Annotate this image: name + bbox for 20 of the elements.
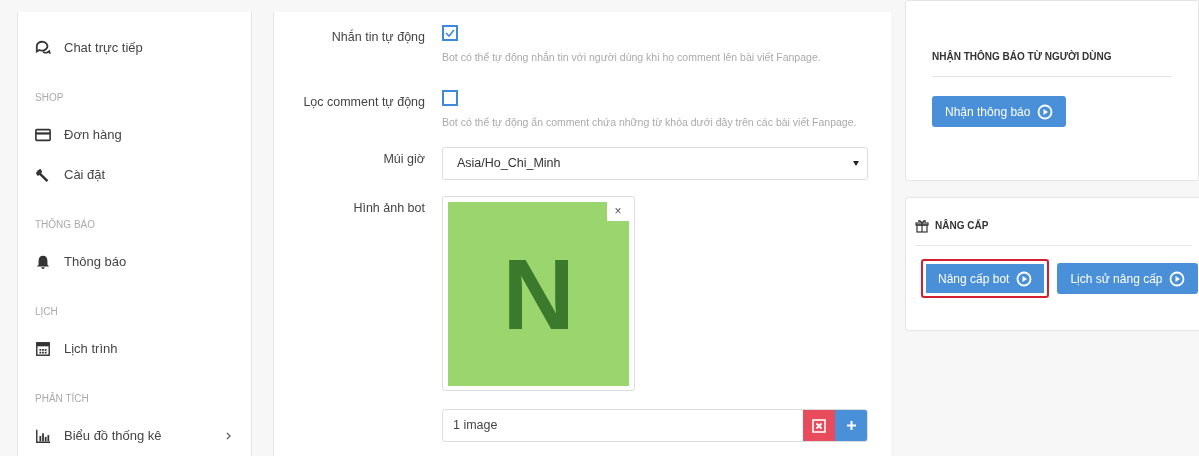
sidebar-item[interactable]: Đơn hàng — [35, 115, 233, 155]
panel-title: NHẬN THÔNG BÁO TỪ NGƯỜI DÙNG — [932, 49, 1112, 64]
field-label: Hình ảnh bot — [352, 200, 425, 217]
sidebar-item[interactable]: Thông báo — [35, 242, 233, 282]
remove-button[interactable]: × — [607, 201, 629, 221]
help-text: Bot có thể tự động nhắn tin với người dùng khi họ comment lên bài viết Fanpage. — [442, 50, 822, 65]
field-label: Múi giờ — [382, 151, 425, 168]
timezone-select[interactable]: Asia/Ho_Chi_Minh — [442, 147, 868, 180]
section-heading: SHOP — [35, 91, 65, 105]
section-heading: PHÂN TÍCH — [35, 391, 90, 406]
section-heading: LỊCH — [35, 305, 59, 319]
panel-title: NÂNG CẤP — [935, 218, 989, 233]
field-label: Lọc comment tự động — [302, 94, 425, 111]
section-heading: THÔNG BÁO — [35, 217, 96, 232]
help-text: Bot có thể tự động ẩn comment chứa những từ khóa dưới đây trên các bài viết Fanpage. — [442, 115, 858, 130]
sidebar-item[interactable]: Cài đặt — [35, 155, 233, 195]
field-label: Nhắn tin tự động — [330, 28, 425, 46]
sidebar-item[interactable]: Lịch trình — [35, 329, 233, 369]
sidebar-item[interactable]: Biểu đồ thống kê — [35, 416, 233, 456]
sidebar-item[interactable]: Chat trực tiếp — [35, 28, 233, 68]
